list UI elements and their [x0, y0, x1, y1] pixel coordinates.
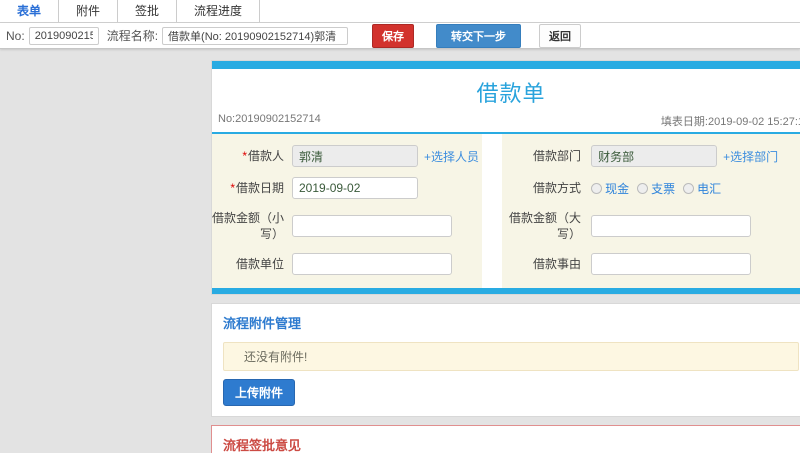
form-meta-row: No:20190902152714 填表日期:2019-09-02 15:27:…	[212, 111, 800, 134]
form-doc-no: No:20190902152714	[218, 113, 321, 125]
borrower-input[interactable]	[292, 145, 418, 167]
unit-input[interactable]	[292, 253, 452, 275]
form-fill-date: 填表日期:2019-09-02 15:27:1	[660, 116, 800, 128]
tab-progress[interactable]: 流程进度	[177, 0, 261, 22]
approval-panel: 流程签批意见 B I abc	[211, 425, 800, 453]
reason-input[interactable]	[591, 253, 752, 275]
back-button[interactable]: 返回	[539, 23, 582, 48]
select-department-link[interactable]: +选择部门	[723, 148, 778, 165]
next-step-button[interactable]: 转交下一步	[436, 23, 522, 48]
department-input[interactable]	[591, 145, 718, 167]
radio-circle-icon	[591, 182, 603, 194]
no-label: No:	[6, 28, 25, 43]
form-body: *借款人 +选择人员 借款部门 +选择部门 *借款日期	[212, 134, 800, 288]
form-bottom-bar	[212, 288, 800, 294]
workflow-form-screen: 表单 附件 签批 流程进度 No: 流程名称: 保存 转交下一步 返回 借款单 …	[0, 0, 800, 453]
form-row-1: *借款人 +选择人员 借款部门 +选择部门	[212, 140, 800, 172]
amount-lower-input[interactable]	[292, 215, 452, 237]
form-row-3: 借款金额（小写） 借款金额（大写）	[212, 204, 800, 248]
amount-lower-label: 借款金额（小写）	[212, 210, 285, 241]
amount-upper-label: 借款金额（大写）	[509, 210, 582, 241]
method-label: 借款方式	[533, 180, 582, 195]
save-button[interactable]: 保存	[372, 23, 415, 48]
loan-form-panel: 借款单 No:20190902152714 填表日期:2019-09-02 15…	[211, 60, 800, 295]
reason-label: 借款事由	[533, 256, 582, 271]
flow-name-label: 流程名称:	[106, 29, 159, 43]
radio-cheque[interactable]: 支票	[637, 180, 675, 197]
loan-date-label: *借款日期	[230, 180, 284, 195]
tab-form[interactable]: 表单	[0, 0, 60, 22]
tab-bar: 表单 附件 签批 流程进度	[0, 0, 800, 23]
tab-attachment[interactable]: 附件	[59, 0, 119, 22]
flow-name-input[interactable]	[162, 26, 349, 45]
form-row-4: 借款单位 借款事由	[212, 248, 800, 280]
form-title: 借款单	[476, 81, 546, 106]
tab-approval[interactable]: 签批	[118, 0, 178, 22]
approval-heading: 流程签批意见	[223, 438, 302, 453]
form-row-2: *借款日期 借款方式 现金 支票 电汇	[212, 172, 800, 204]
borrower-label: *借款人	[242, 148, 284, 163]
radio-wire[interactable]: 电汇	[683, 180, 721, 197]
workspace: 借款单 No:20190902152714 填表日期:2019-09-02 15…	[211, 60, 800, 453]
radio-circle-icon	[637, 182, 649, 194]
loan-date-input[interactable]	[292, 177, 418, 199]
upload-attachment-button[interactable]: 上传附件	[223, 379, 296, 406]
attachment-heading: 流程附件管理	[223, 316, 302, 331]
amount-upper-input[interactable]	[591, 215, 752, 237]
method-radio-group: 现金 支票 电汇	[591, 180, 721, 197]
required-mark: *	[230, 180, 235, 195]
required-mark: *	[242, 148, 247, 163]
no-attachment-message: 还没有附件!	[223, 342, 799, 371]
radio-cash[interactable]: 现金	[591, 180, 629, 197]
radio-circle-icon	[683, 182, 695, 194]
no-input[interactable]	[28, 26, 99, 45]
department-label: 借款部门	[533, 148, 582, 163]
command-bar: No: 流程名称: 保存 转交下一步 返回	[0, 23, 800, 49]
select-person-link[interactable]: +选择人员	[424, 148, 479, 165]
attachment-panel: 流程附件管理 还没有附件! 上传附件	[211, 303, 800, 417]
form-top-bar	[212, 61, 800, 69]
unit-label: 借款单位	[235, 256, 284, 271]
